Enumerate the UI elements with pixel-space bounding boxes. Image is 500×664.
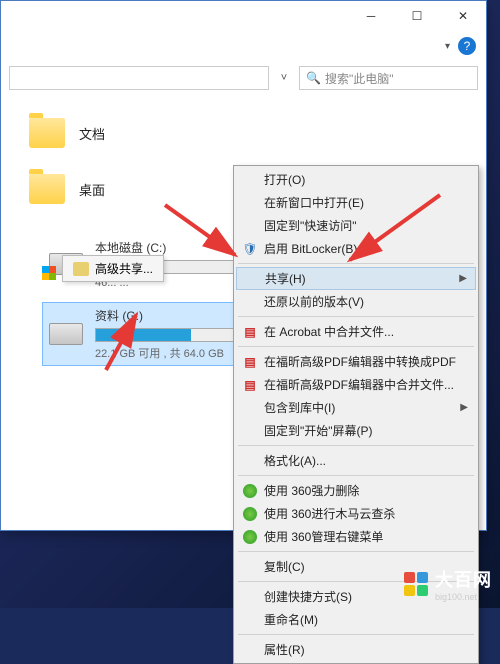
drive-stats: 22.1 GB 可用 , 共 64.0 GB [95, 345, 243, 361]
menu-item[interactable]: 格式化(A)... [236, 449, 476, 472]
menu-item[interactable]: 属性(R) [236, 638, 476, 661]
menu-item-label: 格式化(A)... [264, 452, 326, 469]
addressbar: ˅ 🔍 搜索"此电脑" [1, 61, 486, 95]
menu-item[interactable]: 重命名(M) [236, 608, 476, 631]
menu-item[interactable]: 固定到"开始"屏幕(P) [236, 419, 476, 442]
address-input[interactable] [9, 66, 269, 90]
menu-item-label: 重命名(M) [264, 611, 318, 628]
watermark-logo-icon [403, 571, 429, 597]
drive-name: 本地磁盘 (C:) [95, 239, 243, 256]
shield-icon: 🛡 [242, 241, 258, 257]
menu-item[interactable]: 打开(O) [236, 168, 476, 191]
menu-item-label: 打开(O) [264, 171, 305, 188]
pdf2-icon: ▤ [242, 354, 258, 370]
folder-label: 桌面 [79, 180, 105, 199]
submenu-arrow-icon: ▶ [460, 402, 468, 413]
drive-usage-bar [95, 328, 243, 342]
menu-item-label: 包含到库中(I) [264, 399, 335, 416]
menu-item-label: 在福昕高级PDF编辑器中合并文件... [264, 376, 454, 393]
menu-item-label: 创建快捷方式(S) [264, 588, 352, 605]
menu-item-label: 复制(C) [264, 558, 305, 575]
menu-item-label: 使用 360管理右键菜单 [264, 528, 383, 545]
folder-icon [29, 174, 65, 204]
menu-item[interactable]: 🛡 启用 BitLocker(B) [236, 237, 476, 260]
search-input[interactable]: 🔍 搜索"此电脑" [299, 66, 478, 90]
folder-label: 文档 [79, 124, 105, 143]
menu-separator [238, 475, 474, 476]
close-button[interactable]: ✕ [440, 1, 486, 31]
menu-item-label: 还原以前的版本(V) [264, 293, 364, 310]
toolbar-caret-icon[interactable]: ▾ [445, 41, 450, 52]
menu-item-label: 共享(H) [265, 270, 306, 287]
watermark-name: 大百网 [435, 566, 492, 592]
menu-item-label: 在 Acrobat 中合并文件... [264, 323, 394, 340]
menu-item-label: 属性(R) [264, 641, 305, 658]
menu-item[interactable]: 使用 360管理右键菜单 [236, 525, 476, 548]
menu-item-label: 使用 360强力删除 [264, 482, 359, 499]
menu-item[interactable]: 使用 360进行木马云查杀 [236, 502, 476, 525]
help-icon[interactable]: ? [458, 37, 476, 55]
menu-item[interactable]: 在新窗口中打开(E) [236, 191, 476, 214]
share-submenu-label: 高级共享... [95, 260, 153, 277]
menu-item[interactable]: ▤ 在福昕高级PDF编辑器中合并文件... [236, 373, 476, 396]
watermark-domain: big100.net [435, 592, 492, 602]
submenu-arrow-icon: ▶ [459, 273, 467, 284]
menu-separator [238, 551, 474, 552]
360-icon [242, 506, 258, 522]
titlebar: ─ ☐ ✕ [1, 1, 486, 31]
folder-icon [29, 118, 65, 148]
drive-icon [49, 323, 83, 345]
address-dropdown-icon[interactable]: ˅ [275, 72, 293, 84]
menu-separator [238, 445, 474, 446]
menu-item-label: 启用 BitLocker(B) [264, 240, 357, 257]
menu-item[interactable]: ▤ 在福昕高级PDF编辑器中转换成PDF [236, 350, 476, 373]
menu-separator [238, 263, 474, 264]
drive-info: 资料 (G:) 22.1 GB 可用 , 共 64.0 GB [95, 307, 243, 361]
menu-item-label: 在福昕高级PDF编辑器中转换成PDF [264, 353, 456, 370]
menu-item-label: 固定到"开始"屏幕(P) [264, 422, 373, 439]
menu-item[interactable]: ▤ 在 Acrobat 中合并文件... [236, 320, 476, 343]
maximize-button[interactable]: ☐ [394, 1, 440, 31]
menu-item[interactable]: 固定到"快速访问" [236, 214, 476, 237]
minimize-button[interactable]: ─ [348, 1, 394, 31]
toolbar: ▾ ? [1, 31, 486, 61]
menu-separator [238, 346, 474, 347]
menu-item[interactable]: 还原以前的版本(V) [236, 290, 476, 313]
share-folder-icon [73, 262, 89, 276]
menu-item-label: 在新窗口中打开(E) [264, 194, 364, 211]
search-placeholder: 搜索"此电脑" [325, 70, 394, 87]
menu-separator [238, 634, 474, 635]
share-submenu-item[interactable]: 高级共享... [62, 255, 164, 282]
360-icon [242, 529, 258, 545]
watermark: 大百网 big100.net [403, 566, 492, 602]
pdf-icon: ▤ [242, 324, 258, 340]
360-icon [242, 483, 258, 499]
menu-separator [238, 316, 474, 317]
menu-item-label: 固定到"快速访问" [264, 217, 357, 234]
folder-row[interactable]: 文档 [29, 105, 476, 161]
drive-name: 资料 (G:) [95, 307, 243, 324]
search-icon: 🔍 [306, 71, 321, 85]
menu-item[interactable]: 包含到库中(I) ▶ [236, 396, 476, 419]
menu-item-label: 使用 360进行木马云查杀 [264, 505, 395, 522]
pdf2-icon: ▤ [242, 377, 258, 393]
menu-item[interactable]: 使用 360强力删除 [236, 479, 476, 502]
menu-item[interactable]: 共享(H) ▶ [236, 267, 476, 290]
